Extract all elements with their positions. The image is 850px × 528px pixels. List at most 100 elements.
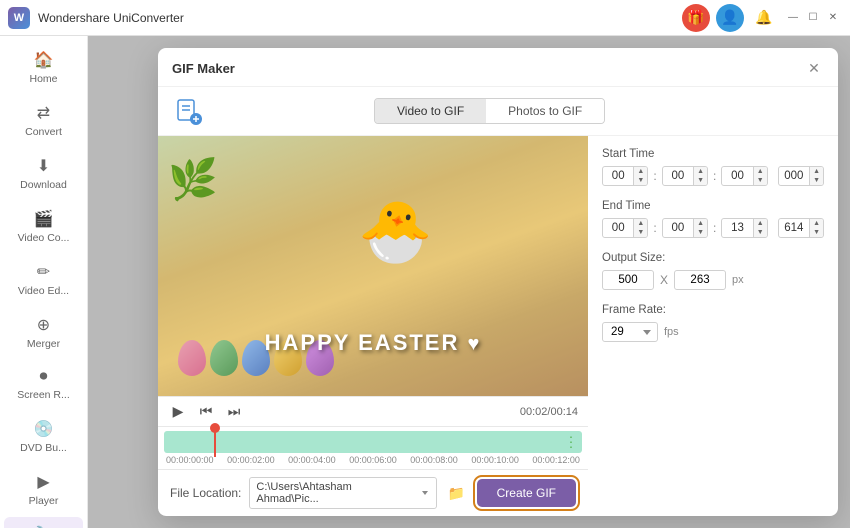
add-document-icon bbox=[174, 97, 202, 125]
timeline-needle[interactable] bbox=[214, 427, 216, 457]
sidebar-item-label: Merger bbox=[27, 338, 60, 350]
end-ss-spinner[interactable]: 13 ▲ ▼ bbox=[721, 218, 767, 238]
size-row: X px bbox=[602, 270, 824, 290]
add-file-button[interactable] bbox=[172, 95, 204, 127]
start-hh-down[interactable]: ▼ bbox=[634, 176, 647, 185]
chick-decoration: 🐣 bbox=[358, 196, 433, 267]
gift-icon[interactable]: 🎁 bbox=[682, 4, 710, 32]
screen-rec-icon: ⏺ bbox=[39, 368, 47, 386]
start-mm-up[interactable]: ▲ bbox=[694, 167, 707, 176]
file-location-input[interactable]: C:\Users\Ahtasham Ahmad\Pic... bbox=[249, 477, 436, 509]
start-mm-value[interactable]: 00 bbox=[663, 167, 693, 185]
end-hh-down[interactable]: ▼ bbox=[634, 228, 647, 237]
sidebar-item-screen-rec[interactable]: ⏺ Screen R... bbox=[4, 360, 83, 409]
start-mm-spinner[interactable]: 00 ▲ ▼ bbox=[662, 166, 708, 186]
sidebar-item-dvd[interactable]: 💿 DVD Bu... bbox=[4, 411, 83, 462]
tab-video-to-gif[interactable]: Video to GIF bbox=[375, 99, 486, 123]
timeline-label-2: 00:00:04:00 bbox=[288, 455, 336, 465]
start-ms-value[interactable]: 000 bbox=[779, 167, 809, 185]
tab-photos-to-gif[interactable]: Photos to GIF bbox=[486, 99, 604, 123]
heart-icon: ♥ bbox=[468, 333, 482, 355]
sidebar-item-toolbox[interactable]: 🔧 Toolbox bbox=[4, 517, 83, 528]
end-ss-up[interactable]: ▲ bbox=[754, 219, 767, 228]
file-location-label: File Location: bbox=[170, 486, 241, 500]
home-icon: 🏠 bbox=[34, 50, 54, 70]
start-ms-spinner[interactable]: 000 ▲ ▼ bbox=[778, 166, 824, 186]
end-hh-up[interactable]: ▲ bbox=[634, 219, 647, 228]
end-ss-down[interactable]: ▼ bbox=[754, 228, 767, 237]
video-preview: 🌿 🐣 HAPPY EASTER ♥ bbox=[158, 136, 588, 516]
end-ms-spinner[interactable]: 614 ▲ ▼ bbox=[778, 218, 824, 238]
start-ss-down[interactable]: ▼ bbox=[754, 176, 767, 185]
app-logo: W bbox=[8, 7, 30, 29]
end-hh-value[interactable]: 00 bbox=[603, 219, 633, 237]
sidebar-item-label: Video Co... bbox=[18, 232, 70, 244]
minimize-button[interactable]: — bbox=[784, 9, 802, 27]
end-ss-arrows: ▲ ▼ bbox=[753, 219, 767, 237]
sidebar-item-player[interactable]: ▶ Player bbox=[4, 464, 83, 515]
start-hh-up[interactable]: ▲ bbox=[634, 167, 647, 176]
sidebar-item-video-compress[interactable]: 🎬 Video Co... bbox=[4, 201, 83, 252]
end-ms-up[interactable]: ▲ bbox=[810, 219, 823, 228]
sidebar-item-home[interactable]: 🏠 Home bbox=[4, 42, 83, 93]
fps-select[interactable]: 24 25 29 30 60 bbox=[602, 322, 658, 342]
merger-icon: ⊕ bbox=[37, 315, 50, 335]
content-area: GIF Maker ✕ bbox=[88, 36, 850, 528]
sidebar-item-label: Home bbox=[29, 73, 57, 85]
start-ss-up[interactable]: ▲ bbox=[754, 167, 767, 176]
end-ss-value[interactable]: 13 bbox=[722, 219, 752, 237]
sidebar-item-merger[interactable]: ⊕ Merger bbox=[4, 307, 83, 358]
width-input[interactable] bbox=[602, 270, 654, 290]
user-icon[interactable]: 👤 bbox=[716, 4, 744, 32]
size-unit: px bbox=[732, 274, 744, 286]
height-input[interactable] bbox=[674, 270, 726, 290]
start-time-group: Start Time 00 ▲ ▼ : bbox=[602, 148, 824, 186]
frame-rate-label: Frame Rate: bbox=[602, 304, 824, 316]
maximize-button[interactable]: ☐ bbox=[804, 9, 822, 27]
bell-icon[interactable]: 🔔 bbox=[750, 4, 778, 32]
download-icon: ⬇ bbox=[37, 156, 50, 176]
end-ms-value[interactable]: 614 bbox=[779, 219, 809, 237]
start-ss-spinner[interactable]: 00 ▲ ▼ bbox=[721, 166, 767, 186]
end-ms-down[interactable]: ▼ bbox=[810, 228, 823, 237]
sidebar-item-video-edit[interactable]: ✏ Video Ed... bbox=[4, 254, 83, 305]
timeline-label-1: 00:00:02:00 bbox=[227, 455, 275, 465]
next-button[interactable]: ⏭ bbox=[224, 403, 244, 420]
start-ms-arrows: ▲ ▼ bbox=[809, 167, 823, 185]
end-mm-down[interactable]: ▼ bbox=[694, 228, 707, 237]
play-button[interactable]: ▶ bbox=[168, 403, 188, 420]
start-ms-down[interactable]: ▼ bbox=[810, 176, 823, 185]
prev-button[interactable]: ⏮ bbox=[196, 403, 216, 420]
end-hh-spinner[interactable]: 00 ▲ ▼ bbox=[602, 218, 648, 238]
end-mm-value[interactable]: 00 bbox=[663, 219, 693, 237]
sidebar-item-label: Screen R... bbox=[17, 389, 70, 401]
start-ss-value[interactable]: 00 bbox=[722, 167, 752, 185]
sidebar-item-label: Download bbox=[20, 179, 67, 191]
end-mm-up[interactable]: ▲ bbox=[694, 219, 707, 228]
timeline-label-6: 00:00:12:00 bbox=[532, 455, 580, 465]
sidebar: 🏠 Home ⇄ Convert ⬇ Download 🎬 Video Co..… bbox=[0, 36, 88, 528]
sidebar-item-download[interactable]: ⬇ Download bbox=[4, 148, 83, 199]
start-mm-down[interactable]: ▼ bbox=[694, 176, 707, 185]
window-controls: — ☐ ✕ bbox=[784, 9, 842, 27]
start-hh-arrows: ▲ ▼ bbox=[633, 167, 647, 185]
start-time-row: 00 ▲ ▼ : 00 ▲ bbox=[602, 166, 824, 186]
folder-button[interactable]: 📁 bbox=[445, 481, 469, 505]
main-layout: 🏠 Home ⇄ Convert ⬇ Download 🎬 Video Co..… bbox=[0, 36, 850, 528]
start-hh-value[interactable]: 00 bbox=[603, 167, 633, 185]
create-gif-button[interactable]: Create GIF bbox=[477, 479, 576, 507]
start-ms-up[interactable]: ▲ bbox=[810, 167, 823, 176]
dialog-body: 🌿 🐣 HAPPY EASTER ♥ bbox=[158, 136, 838, 516]
file-path: C:\Users\Ahtasham Ahmad\Pic... bbox=[256, 481, 415, 505]
dialog-close-button[interactable]: ✕ bbox=[804, 58, 824, 78]
video-edit-icon: ✏ bbox=[37, 262, 50, 282]
close-button[interactable]: ✕ bbox=[824, 9, 842, 27]
start-hh-spinner[interactable]: 00 ▲ ▼ bbox=[602, 166, 648, 186]
end-mm-spinner[interactable]: 00 ▲ ▼ bbox=[662, 218, 708, 238]
sidebar-item-label: Convert bbox=[25, 126, 62, 138]
timeline-track[interactable]: ⋮ bbox=[164, 431, 582, 453]
video-compress-icon: 🎬 bbox=[34, 209, 54, 229]
sidebar-item-convert[interactable]: ⇄ Convert bbox=[4, 95, 83, 146]
fps-label: fps bbox=[664, 326, 679, 338]
gif-maker-dialog: GIF Maker ✕ bbox=[158, 48, 838, 516]
